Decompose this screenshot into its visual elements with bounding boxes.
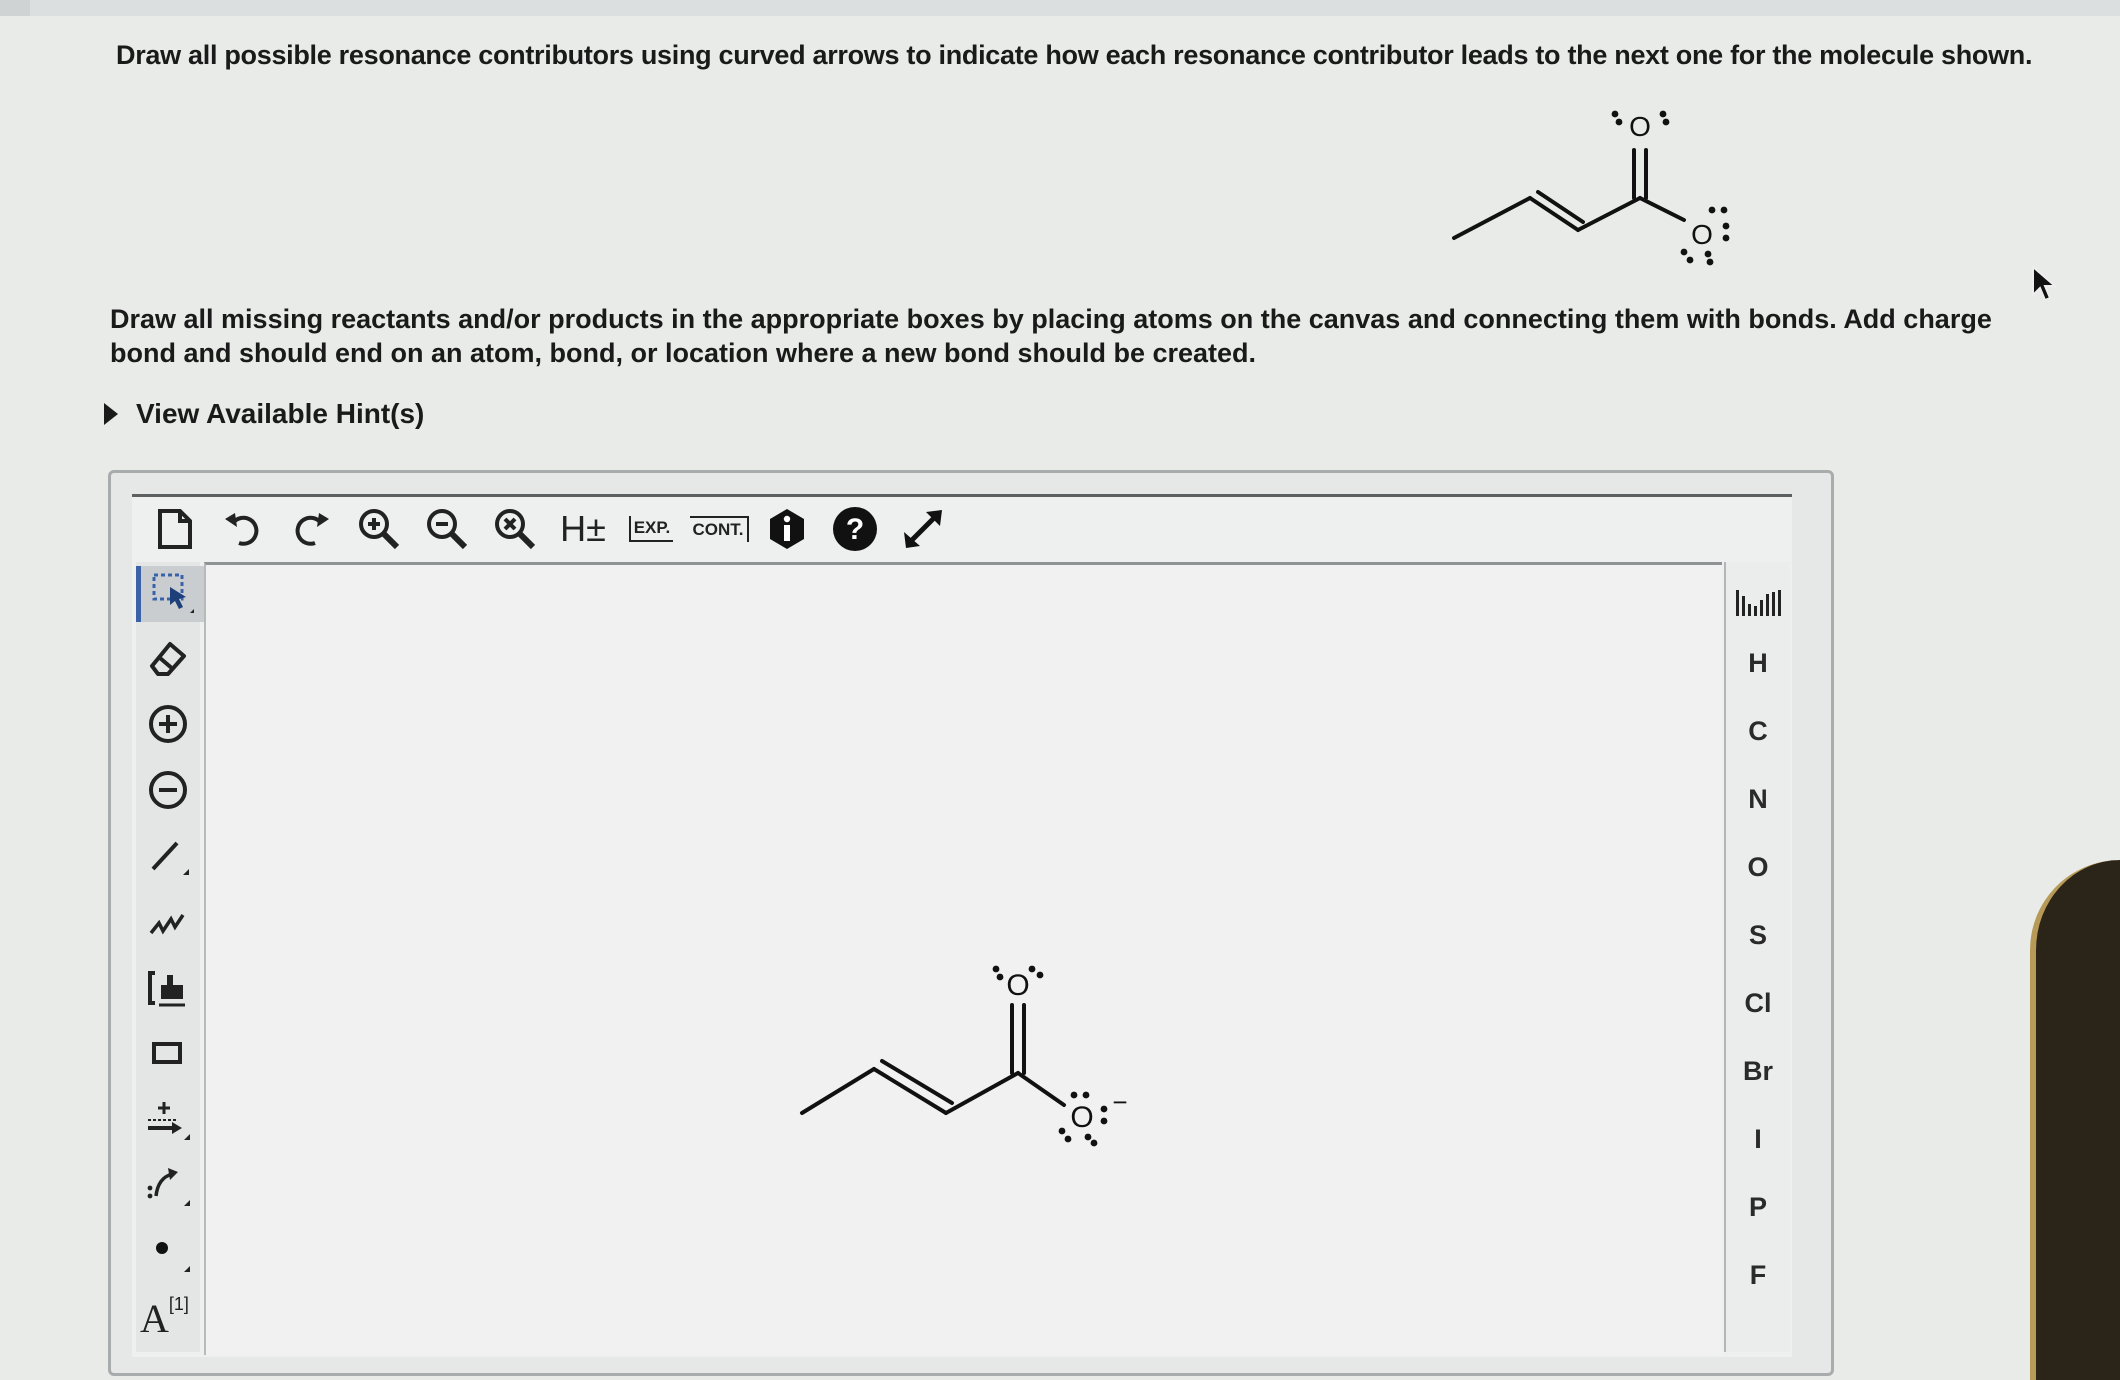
svg-text:?: ? [846, 513, 864, 546]
element-button-cl[interactable]: Cl [1726, 988, 1790, 1019]
atom-list-tool[interactable]: A [1] [136, 1290, 200, 1346]
help-icon: ? [833, 507, 877, 551]
canvas-oxygen-carbonyl: O [1006, 969, 1029, 1002]
expand-arrows-icon [904, 510, 942, 548]
periodic-table-icon [1736, 590, 1781, 616]
zoom-fit-button[interactable] [488, 502, 542, 556]
oxygen-carbonyl-label: O [1629, 111, 1651, 142]
question-prompt: Draw all possible resonance contributors… [116, 40, 2033, 70]
canvas-negative-charge: − [1112, 1087, 1127, 1117]
reaction-arrow-tool[interactable] [136, 1092, 200, 1148]
template-bracket-icon [148, 971, 185, 1007]
positive-charge-tool[interactable] [136, 696, 200, 752]
curved-arrow-tool[interactable] [136, 1158, 200, 1214]
fullscreen-button[interactable] [896, 502, 950, 556]
plus-circle-icon [149, 705, 187, 743]
expand-button[interactable]: EXP. [624, 502, 678, 556]
oxygen-single-label: O [1691, 219, 1713, 250]
given-molecule: O O [1452, 110, 1730, 266]
chain-tool[interactable] [136, 894, 200, 950]
select-tool[interactable] [136, 566, 205, 622]
box-tool[interactable] [136, 1026, 200, 1082]
element-button-s[interactable]: S [1726, 920, 1790, 951]
view-hints-link[interactable]: View Available Hint(s) [104, 398, 424, 430]
eraser-icon [150, 642, 186, 676]
zoom-in-button[interactable] [352, 502, 406, 556]
undo-button[interactable] [216, 502, 270, 556]
dot-icon [156, 1242, 190, 1272]
hydrogen-toggle-button[interactable]: H± [556, 502, 610, 556]
contract-button[interactable]: CONT. [689, 502, 749, 556]
drawing-canvas[interactable]: O O − [204, 562, 1722, 1355]
top-toolbar: H± EXP. CONT. ? [148, 498, 950, 560]
element-button-c[interactable]: C [1726, 716, 1790, 747]
zoom-out-button[interactable] [420, 502, 474, 556]
element-button-h[interactable]: H [1726, 648, 1790, 679]
zoom-out-icon [427, 509, 468, 550]
template-tool[interactable] [136, 960, 200, 1016]
element-button-n[interactable]: N [1726, 784, 1790, 815]
device-edge [2030, 860, 2120, 1380]
negative-charge-tool[interactable] [136, 762, 200, 818]
undo-icon [225, 513, 259, 546]
bond-line-icon [151, 841, 189, 875]
zoom-reset-icon [495, 509, 536, 550]
info-icon [770, 509, 804, 549]
mouse-pointer-icon [2032, 264, 2058, 302]
reaction-arrow-icon [148, 1102, 190, 1140]
element-button-br[interactable]: Br [1726, 1056, 1790, 1087]
element-toolbar: H C N O S Cl Br I P F [1724, 562, 1790, 1352]
rectangle-icon [152, 1042, 182, 1064]
instructions: Draw all missing reactants and/or produc… [110, 304, 1992, 368]
left-toolbar: A [1] [136, 562, 205, 1352]
single-bond-tool[interactable] [136, 828, 200, 884]
browser-top-strip [0, 0, 2120, 16]
redo-button[interactable] [284, 502, 338, 556]
document-icon [158, 509, 192, 549]
element-button-p[interactable]: P [1726, 1192, 1790, 1223]
minus-circle-icon [149, 771, 187, 809]
chain-icon [149, 914, 185, 935]
element-button-i[interactable]: I [1726, 1124, 1790, 1155]
zoom-in-icon [359, 509, 400, 550]
curved-arrow-icon [147, 1168, 190, 1206]
new-document-button[interactable] [148, 502, 202, 556]
info-button[interactable] [760, 502, 814, 556]
help-button[interactable]: ? [828, 502, 882, 556]
caret-right-icon [104, 403, 118, 425]
element-button-f[interactable]: F [1726, 1260, 1790, 1291]
selection-rectangle-icon [152, 573, 194, 613]
eraser-tool[interactable] [136, 630, 200, 686]
redo-icon [295, 513, 329, 546]
electron-dot-tool[interactable] [136, 1224, 200, 1280]
canvas-oxygen-anion: O [1070, 1101, 1093, 1134]
element-button-o[interactable]: O [1726, 852, 1790, 883]
canvas-molecule: O O − [800, 965, 1128, 1147]
